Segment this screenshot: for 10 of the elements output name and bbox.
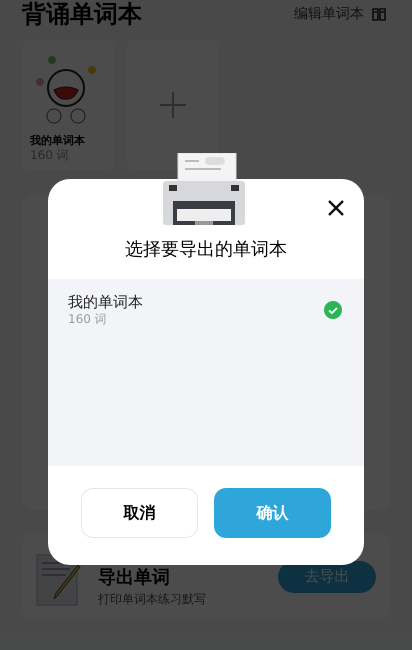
close-icon[interactable] <box>328 200 344 216</box>
export-title: 导出单词 <box>98 567 171 590</box>
check-icon <box>324 300 342 319</box>
wordbook-name: 我的单词本 <box>68 293 143 312</box>
export-subtitle: 打印单词本练习默写 <box>98 590 207 608</box>
word-count: 160 词 <box>68 312 108 327</box>
page-title: 背诵单词本 <box>22 2 142 26</box>
dialog-title: 选择要导出的单词本 <box>125 241 287 259</box>
cancel-button[interactable]: 取消 <box>81 488 198 538</box>
wordbook-name: 我的单词本 <box>30 134 86 148</box>
